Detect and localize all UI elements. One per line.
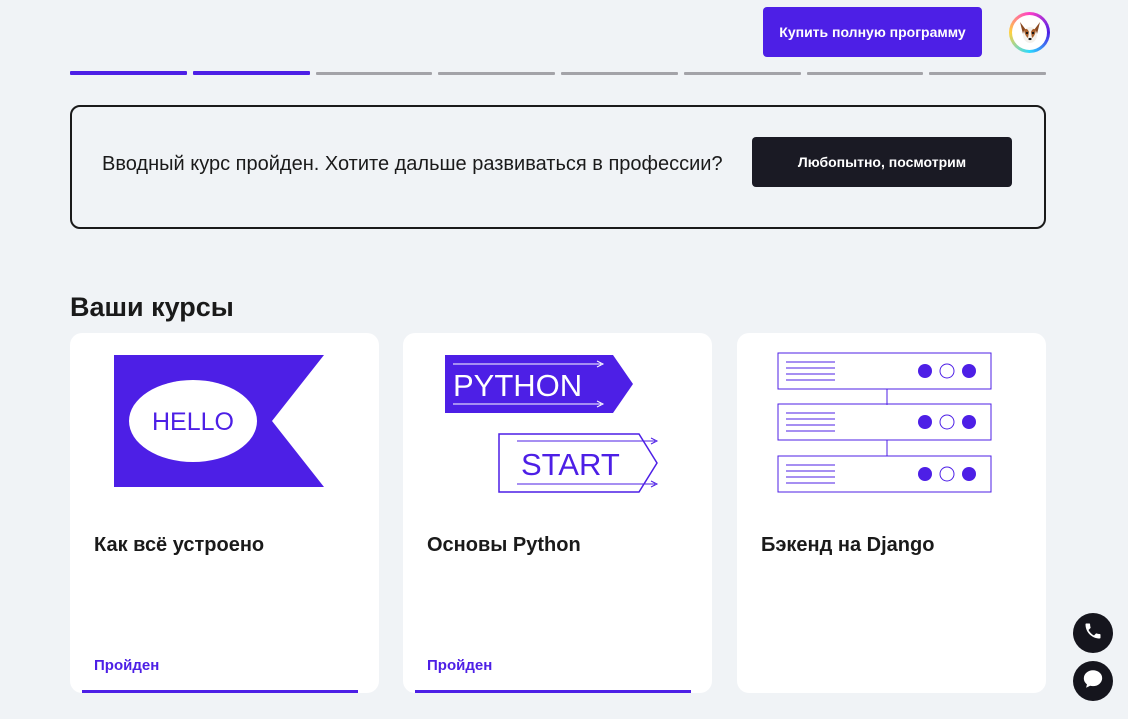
hello-art-text: HELLO bbox=[152, 408, 234, 436]
course-card-how-it-works[interactable]: HELLO Как всё устроено Пройден bbox=[70, 333, 379, 693]
course-progress-line bbox=[82, 690, 358, 693]
chat-button[interactable] bbox=[1073, 661, 1113, 701]
call-button[interactable] bbox=[1073, 613, 1113, 653]
course-card-django-backend[interactable]: Бэкенд на Django bbox=[737, 333, 1046, 693]
progress-segment bbox=[929, 72, 1046, 75]
progress-segment bbox=[70, 71, 187, 75]
dog-avatar-icon bbox=[1012, 15, 1047, 50]
progress-segment bbox=[683, 72, 801, 75]
course-status: Пройден bbox=[427, 657, 493, 674]
course-card-python-basics[interactable]: PYTHON START Основы Python Пройден bbox=[403, 333, 712, 693]
python-start-arrows-icon: PYTHON START bbox=[403, 333, 712, 513]
user-avatar[interactable] bbox=[1009, 12, 1050, 53]
python-art-text: PYTHON bbox=[453, 368, 582, 403]
progress-segment bbox=[438, 72, 555, 75]
chat-bubble-icon bbox=[1082, 668, 1104, 695]
progress-segment bbox=[315, 72, 433, 75]
course-progress-line bbox=[415, 690, 691, 693]
intro-complete-banner: Вводный курс пройден. Хотите дальше разв… bbox=[70, 105, 1046, 229]
course-title: Как всё устроено bbox=[94, 534, 265, 556]
phone-icon bbox=[1083, 621, 1103, 646]
start-art-text: START bbox=[521, 447, 620, 482]
course-title: Бэкенд на Django bbox=[761, 534, 935, 556]
progress-segment bbox=[561, 72, 678, 75]
progress-segment bbox=[192, 71, 310, 75]
hello-flag-icon: HELLO bbox=[70, 333, 379, 513]
server-stack-icon bbox=[737, 333, 1046, 513]
your-courses-title: Ваши курсы bbox=[70, 292, 234, 322]
course-status: Пройден bbox=[94, 657, 160, 674]
progress-segment bbox=[806, 72, 924, 75]
course-progress-bar bbox=[70, 71, 1046, 75]
course-title: Основы Python bbox=[427, 534, 581, 556]
curious-look-button[interactable]: Любопытно, посмотрим bbox=[752, 137, 1012, 187]
buy-full-program-button[interactable]: Купить полную программу bbox=[763, 7, 982, 57]
banner-text: Вводный курс пройден. Хотите дальше разв… bbox=[102, 153, 723, 175]
